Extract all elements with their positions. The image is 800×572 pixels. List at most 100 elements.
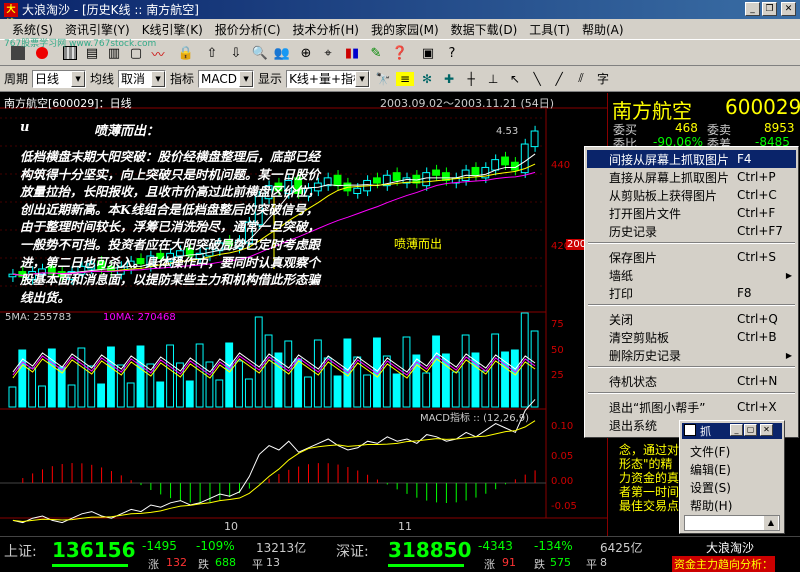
lock-icon[interactable]: 🔒 <box>176 44 196 62</box>
minimize-button[interactable]: _ <box>730 424 743 436</box>
sz-up: 91 <box>502 556 516 569</box>
parallel-tool-icon[interactable]: ⫽ <box>572 71 590 86</box>
gear-icon[interactable]: ✻ <box>418 72 436 86</box>
restore-button[interactable]: ▢ <box>744 424 757 436</box>
chevron-up-icon[interactable]: ▲ <box>764 516 778 530</box>
people-icon[interactable]: 👥 <box>272 44 292 62</box>
up-arrow-icon[interactable]: ⇧ <box>202 44 222 62</box>
menu-quote[interactable]: 报价分析(C) <box>209 21 287 38</box>
context-menu-item[interactable]: 退出“抓图小帮手” Ctrl+X <box>587 398 796 416</box>
pointer-icon[interactable]: ↖ <box>506 72 524 86</box>
minimize-button[interactable]: _ <box>745 2 760 16</box>
down-arrow-icon[interactable]: ⇩ <box>226 44 246 62</box>
info-icon[interactable]: ❓ <box>390 44 410 62</box>
menu-help[interactable]: 帮助(A) <box>576 21 630 38</box>
restore-button[interactable]: ❐ <box>762 2 777 16</box>
menu-tech[interactable]: 技术分析(H) <box>287 21 365 38</box>
popup-menu-edit[interactable]: 编辑(E) <box>690 461 731 478</box>
bar-chart-icon[interactable]: ▮ ▮ <box>342 44 362 62</box>
context-menu-item-label: 间接从屏幕上抓取图片 <box>609 152 730 167</box>
context-menu-item[interactable]: 从剪贴板上获得图片 Ctrl+C <box>587 186 796 204</box>
volume-bar <box>175 362 184 408</box>
text-tool-icon[interactable]: 字 <box>594 70 612 87</box>
sh-bar <box>52 564 128 567</box>
context-menu-shortcut: Ctrl+B <box>737 330 777 344</box>
app-window: { "window": { "title": "大浪淘沙 - [历史K线 :: … <box>0 0 800 572</box>
sh-label: 上证: <box>4 544 37 560</box>
close-button[interactable]: ✕ <box>781 2 796 16</box>
vertical-line-icon[interactable]: ┼ <box>462 72 480 86</box>
capture-helper-window[interactable]: 抓 _ ▢ ✕ 文件(F) 编辑(E) 设置(S) 帮助(H) ▲ <box>679 420 785 534</box>
zoom-in-icon[interactable]: ⊕ <box>296 44 316 62</box>
display-select[interactable]: K线+量+指标 ▼ <box>286 69 371 88</box>
context-menu-item[interactable]: 删除历史记录 ▶ <box>587 346 796 364</box>
volume-tick: 25 <box>551 370 564 381</box>
close-button[interactable]: ✕ <box>760 424 773 436</box>
date-label: 10 <box>224 520 238 533</box>
context-menu-item[interactable]: 间接从屏幕上抓取图片 F4 <box>587 150 796 168</box>
camera-icon <box>684 424 696 436</box>
context-menu-item[interactable]: 清空剪贴板 Ctrl+B <box>587 328 796 346</box>
horizontal-line-icon[interactable]: ⊥ <box>484 72 502 86</box>
menu-separator <box>588 392 795 394</box>
context-menu-shortcut: Ctrl+X <box>737 400 777 414</box>
volume-bar <box>18 349 27 408</box>
volume-bar <box>126 382 135 408</box>
menu-system[interactable]: 系统(S) <box>6 21 59 38</box>
context-menu-item[interactable]: 打开图片文件 Ctrl+F <box>587 204 796 222</box>
context-menu-shortcut: Ctrl+F7 <box>737 224 783 238</box>
context-menu-item-label: 清空剪贴板 <box>609 330 670 345</box>
context-menu-item-label: 退出“抓图小帮手” <box>609 400 706 415</box>
volume-bar <box>392 373 401 408</box>
sh-pct: -109% <box>196 539 235 553</box>
volume-bar <box>185 380 194 408</box>
indicator-select[interactable]: MACD ▼ <box>198 69 255 88</box>
context-menu-item-label: 打印 <box>609 286 634 301</box>
menu-tools[interactable]: 工具(T) <box>523 21 576 38</box>
line-tool-icon[interactable]: ╲ <box>528 72 546 86</box>
candle-body <box>333 174 342 187</box>
menu-kline[interactable]: K线引擎(K) <box>136 21 209 38</box>
lines-icon[interactable]: ≡ <box>396 71 415 86</box>
volume-bar <box>235 360 243 408</box>
window-title: 大浪淘沙 - [历史K线 :: 南方航空] <box>22 3 199 17</box>
volume-bar <box>38 385 46 408</box>
candle-body <box>471 166 480 176</box>
context-menu-item[interactable]: 直接从屏幕上抓取图片 Ctrl+P <box>587 168 796 186</box>
save-icon[interactable]: ▣ <box>418 44 438 62</box>
status-bar: 上证: 136156 -1495 -109% 13213亿 涨 132 跌 68… <box>0 536 800 572</box>
period-select[interactable]: 日线 ▼ <box>32 69 87 88</box>
wrench-icon[interactable]: ✎ <box>366 44 386 62</box>
menu-info[interactable]: 资讯引擎(Y) <box>59 21 136 38</box>
sz-down-label: 跌 <box>534 558 545 571</box>
context-menu-item[interactable]: 历史记录 Ctrl+F7 <box>587 222 796 240</box>
context-menu-item[interactable]: 待机状态 Ctrl+N <box>587 372 796 390</box>
context-menu-item[interactable]: 关闭 Ctrl+Q <box>587 310 796 328</box>
context-menu-item-label: 直接从屏幕上抓取图片 <box>609 170 730 185</box>
sh-down: 688 <box>215 556 236 569</box>
context-menu-item[interactable]: 打印 F8 <box>587 284 796 302</box>
ma-select[interactable]: 取消 ▼ <box>118 69 167 88</box>
popup-menu-help[interactable]: 帮助(H) <box>690 497 732 514</box>
context-menu-item[interactable]: 墙纸 ▶ <box>587 266 796 284</box>
toolbar-settings: 周期 日线 ▼ 均线 取消 ▼ 指标 MACD ▼ 显示 K线+量+指标 ▼ 🔭 ≡ ✻… <box>0 66 800 92</box>
magnet-icon[interactable]: ⌖ <box>318 44 338 62</box>
binoculars-icon[interactable]: 🔭 <box>374 72 392 86</box>
ray-tool-icon[interactable]: ╱ <box>550 72 568 86</box>
popup-menu-file[interactable]: 文件(F) <box>690 443 730 460</box>
menu-download[interactable]: 数据下载(D) <box>445 21 524 38</box>
sh-up-label: 涨 <box>148 558 159 571</box>
candle-body <box>501 156 509 166</box>
popup-menu-settings[interactable]: 设置(S) <box>690 479 731 496</box>
callout-label: 喷薄而出 <box>394 237 443 251</box>
context-menu-item[interactable]: 保存图片 Ctrl+S <box>587 248 796 266</box>
menu-separator <box>588 304 795 306</box>
help-icon[interactable]: ? <box>442 44 462 62</box>
sh-change: -1495 <box>142 539 177 553</box>
search-icon[interactable]: 🔍 <box>250 44 270 62</box>
ticker-label: 资金主力趋向分析： <box>672 556 775 572</box>
chart-date-range: 2003.09.02～2003.11.21 (54日) <box>380 97 555 110</box>
menu-home[interactable]: 我的家园(M) <box>365 21 445 38</box>
crosshair-icon[interactable]: ✚ <box>440 72 458 86</box>
volume-bar <box>333 375 342 408</box>
